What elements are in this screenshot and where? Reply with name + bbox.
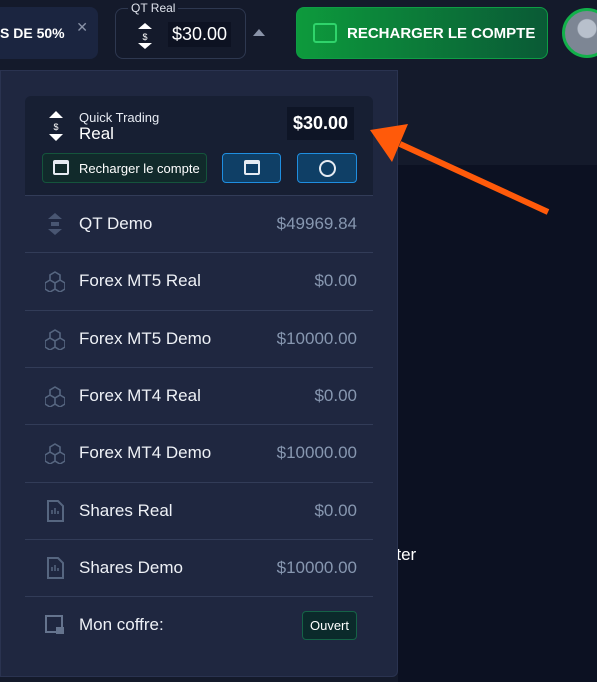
account-row[interactable]: Forex MT5 Real $0.00	[25, 252, 373, 309]
switch-dollar-icon: $	[138, 23, 152, 49]
transfer-button[interactable]	[297, 153, 357, 183]
close-icon[interactable]: ✕	[76, 19, 88, 36]
deposit-button[interactable]	[222, 153, 281, 183]
account-balance: $0.00	[314, 271, 357, 291]
atm-icon	[244, 160, 260, 175]
cubes-icon	[45, 328, 65, 350]
recharge-label: Recharger le compte	[79, 160, 200, 176]
current-account-card: $ Quick Trading Real $30.00 Recharger le…	[25, 96, 373, 195]
account-balance: $30.00	[168, 22, 232, 47]
document-chart-icon	[47, 556, 64, 579]
cubes-icon	[45, 385, 65, 407]
avatar[interactable]	[562, 8, 597, 58]
promo-banner[interactable]: S DE 50% ✕	[0, 7, 98, 59]
account-balance: $0.00	[314, 385, 357, 405]
wallet-icon	[313, 23, 337, 43]
vault-lock-icon	[45, 615, 64, 634]
annotation-arrow	[370, 124, 550, 215]
account-balance: $0.00	[314, 500, 357, 520]
switch-dollar-icon: $	[49, 111, 63, 141]
cubes-icon	[45, 271, 65, 293]
account-balance: $10000.00	[276, 328, 357, 348]
account-name: Forex MT4 Demo	[79, 443, 212, 463]
vault-label: Mon coffre:	[79, 615, 164, 634]
transfer-icon	[318, 159, 336, 177]
recharge-account-button[interactable]: RECHARGER LE COMPTE	[296, 7, 548, 59]
account-name: Shares Demo	[79, 557, 183, 577]
accounts-dropdown: $ Quick Trading Real $30.00 Recharger le…	[0, 70, 398, 677]
platform-label: Quick Trading	[79, 110, 160, 125]
account-balance: $10000.00	[276, 557, 357, 577]
account-name: QT Demo	[79, 214, 153, 233]
switch-arrows-icon	[48, 213, 62, 235]
account-name: Forex MT4 Real	[79, 385, 201, 405]
account-name: Forex MT5 Demo	[79, 328, 212, 348]
vault-row: Mon coffre: Ouvert	[25, 596, 373, 653]
account-name: Forex MT5 Real	[79, 271, 201, 291]
account-row[interactable]: Forex MT5 Demo $10000.00	[25, 309, 373, 367]
vault-open-button[interactable]: Ouvert	[301, 610, 357, 640]
svg-text:$: $	[142, 32, 147, 42]
account-row[interactable]: Shares Demo $10000.00	[25, 538, 373, 596]
account-row[interactable]: Forex MT4 Real $0.00	[25, 366, 373, 424]
account-row[interactable]: QT Demo $49969.84	[25, 195, 373, 252]
top-bar: S DE 50% ✕ QT Real $ $30.00 RECHARGER LE …	[0, 0, 597, 68]
recharge-label: RECHARGER LE COMPTE	[347, 24, 536, 42]
account-name: Shares Real	[79, 500, 173, 520]
account-selector[interactable]: QT Real $ $30.00	[115, 1, 265, 59]
document-chart-icon	[47, 499, 64, 522]
caret-up-icon[interactable]	[253, 29, 265, 36]
account-type: Real	[79, 124, 114, 143]
atm-icon	[53, 160, 69, 175]
account-row[interactable]: Shares Real $0.00	[25, 481, 373, 539]
svg-text:$: $	[53, 122, 58, 132]
content-area: nenter	[368, 165, 597, 682]
current-balance: $30.00	[287, 107, 355, 140]
account-balance: $10000.00	[276, 443, 357, 463]
cubes-icon	[45, 443, 65, 465]
account-balance: $49969.84	[276, 214, 357, 233]
recharge-button[interactable]: Recharger le compte	[42, 153, 207, 183]
account-label: QT Real	[128, 1, 179, 15]
account-row[interactable]: Forex MT4 Demo $10000.00	[25, 424, 373, 481]
promo-text: S DE 50%	[0, 25, 65, 41]
